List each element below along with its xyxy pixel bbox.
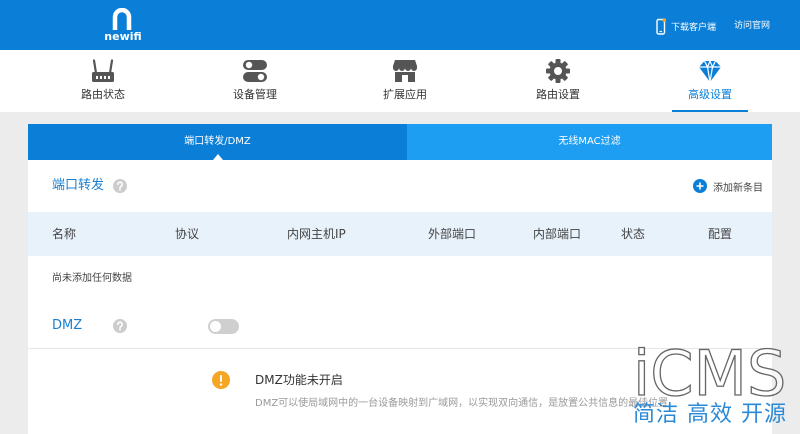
toggle-icon (243, 60, 267, 82)
nav-item-extension-apps[interactable]: 扩展应用 (367, 50, 443, 112)
tab-wireless-mac-filter[interactable]: 无线MAC过滤 (407, 124, 772, 160)
table-empty-row: 尚未添加任何数据 (28, 256, 772, 302)
plus-circle-icon (693, 179, 707, 193)
dmz-toggle-switch[interactable] (208, 319, 239, 334)
nav-label: 路由状态 (81, 88, 125, 101)
add-entry-button[interactable]: 添加新条目 (693, 178, 763, 194)
main-nav: 路由状态 设备管理 扩展应用 路由设置 高级设置 (0, 50, 800, 112)
nav-item-router-settings[interactable]: 路由设置 (520, 50, 596, 112)
nav-item-advanced-settings[interactable]: 高级设置 (672, 50, 748, 112)
diamond-icon (699, 59, 721, 83)
nav-label: 路由设置 (536, 88, 580, 101)
nav-item-device-management[interactable]: 设备管理 (217, 50, 293, 112)
newifi-logo[interactable]: newifi (100, 6, 146, 46)
nav-label: 设备管理 (233, 88, 277, 101)
dmz-description: DMZ可以使局域网中的一台设备映射到广域网，以实现双向通信，是放置公共信息的最佳… (255, 398, 669, 409)
port-forward-table-header: 名称 协议 内网主机IP 外部端口 内部端口 状态 配置 (28, 212, 772, 256)
port-forward-title: 端口转发 (52, 178, 105, 193)
nav-label: 高级设置 (688, 88, 732, 101)
tab-bar: 端口转发/DMZ 无线MAC过滤 (28, 124, 772, 160)
dmz-status-panel: DMZ功能未开启 DMZ可以使局域网中的一台设备映射到广域网，以实现双向通信，是… (28, 349, 772, 434)
question-icon[interactable] (113, 319, 127, 333)
port-forward-header: 端口转发 添加新条目 (28, 160, 772, 212)
nav-label: 扩展应用 (383, 88, 427, 101)
col-header-internal-port: 内部端口 (533, 227, 582, 241)
col-header-protocol: 协议 (175, 227, 200, 241)
download-client-label: 下载客户端 (671, 22, 717, 33)
question-icon[interactable] (113, 179, 127, 193)
visit-site-link[interactable]: 访问官网 (734, 17, 770, 35)
store-icon (393, 60, 417, 82)
logo-text: newifi (104, 30, 142, 43)
phone-icon (656, 17, 666, 35)
app-window: newifi 下载客户端 访问官网 路由状态 设备管理 扩展应用 路由设置 高级… (0, 0, 800, 434)
col-header-name: 名称 (52, 227, 77, 241)
col-header-external-port: 外部端口 (428, 227, 477, 241)
top-header: newifi 下载客户端 访问官网 (0, 0, 800, 50)
col-header-status: 状态 (621, 227, 646, 241)
dmz-status-title: DMZ功能未开启 (255, 373, 343, 387)
content-card: 端口转发/DMZ 无线MAC过滤 端口转发 添加新条目 名称 协议 内网主机IP (28, 124, 772, 434)
router-icon (92, 59, 114, 82)
gear-icon (546, 59, 570, 83)
add-entry-label: 添加新条目 (713, 182, 763, 194)
dmz-header: DMZ (28, 302, 772, 349)
empty-table-message: 尚未添加任何数据 (52, 273, 132, 284)
warning-icon (212, 371, 230, 389)
col-header-lan-host-ip: 内网主机IP (287, 227, 346, 241)
nav-item-router-status[interactable]: 路由状态 (65, 50, 141, 112)
newifi-logo-icon (112, 8, 132, 30)
download-client-link[interactable]: 下载客户端 (656, 17, 716, 35)
col-header-config: 配置 (708, 227, 733, 241)
dmz-title: DMZ (52, 318, 83, 333)
tab-port-forward-dmz[interactable]: 端口转发/DMZ (28, 124, 407, 160)
toggle-knob (210, 321, 221, 332)
